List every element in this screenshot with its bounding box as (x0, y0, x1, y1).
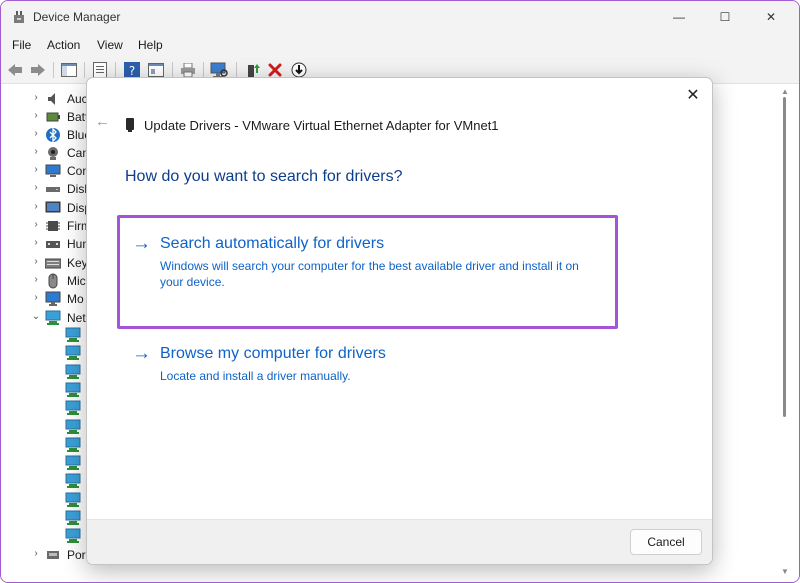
monitor-icon (45, 291, 61, 307)
update-drivers-dialog: ✕ ← Update Drivers - VMware Virtual Ethe… (86, 77, 713, 565)
audio-icon (45, 91, 61, 107)
network-adapter-icon[interactable] (65, 492, 81, 507)
menu-action[interactable]: Action (47, 38, 80, 52)
chevron-right-icon[interactable]: › (31, 237, 41, 248)
maximize-button[interactable]: ☐ (702, 1, 748, 33)
chevron-right-icon[interactable]: › (31, 164, 41, 175)
bluetooth-icon (45, 127, 61, 143)
chevron-right-icon[interactable]: › (31, 128, 41, 139)
device-manager-window: Device Manager — ☐ ✕ File Action View He… (0, 0, 800, 583)
tree-category-label: Por (67, 548, 86, 562)
network-icon (45, 310, 61, 326)
network-adapter-icon[interactable] (65, 455, 81, 471)
back-arrow-icon[interactable]: ← (95, 114, 110, 129)
dialog-close-button[interactable]: ✕ (683, 86, 703, 106)
network-adapter-icon[interactable] (65, 364, 81, 379)
chevron-down-icon[interactable]: ⌄ (31, 311, 41, 322)
dialog-title: Update Drivers - VMware Virtual Ethernet… (144, 118, 499, 133)
chevron-right-icon[interactable]: › (31, 110, 41, 121)
dialog-question-heading: How do you want to search for drivers? (125, 168, 403, 185)
battery-icon (45, 109, 61, 125)
disk-icon (45, 181, 61, 197)
network-adapter-icon[interactable] (65, 327, 81, 342)
toolbar-separator (203, 62, 204, 78)
chevron-right-icon[interactable]: › (31, 92, 41, 103)
device-icon (125, 118, 135, 132)
browse-computer-option[interactable]: → Browse my computer for drivers Locate … (117, 340, 612, 400)
hid-icon (45, 236, 61, 252)
scroll-up-icon[interactable]: ▲ (781, 87, 789, 96)
menu-file[interactable]: File (12, 38, 31, 52)
chevron-right-icon[interactable]: › (31, 256, 41, 267)
cancel-button[interactable]: Cancel (630, 529, 702, 555)
toolbar-separator (53, 62, 54, 78)
search-automatically-option[interactable]: → Search automatically for drivers Windo… (117, 215, 618, 329)
network-adapter-icon[interactable] (65, 528, 81, 544)
chevron-right-icon[interactable]: › (31, 274, 41, 285)
option-description: Locate and install a driver manually. (160, 369, 351, 383)
chevron-right-icon[interactable]: › (31, 548, 41, 559)
menu-view[interactable]: View (97, 38, 123, 52)
keyboard-icon (44, 255, 62, 271)
option-title[interactable]: Browse my computer for drivers (160, 345, 386, 363)
chevron-right-icon[interactable]: › (31, 292, 41, 303)
dialog-footer: Cancel (87, 519, 712, 564)
back-icon[interactable] (5, 60, 25, 80)
option-description: Windows will search your computer for th… (160, 259, 579, 289)
tree-category-label: Net (67, 311, 86, 325)
network-adapter-icon[interactable] (65, 510, 81, 525)
toolbar-separator (84, 62, 85, 78)
tree-scrollbar[interactable]: ▲ ▼ (781, 87, 789, 577)
firmware-icon (45, 218, 61, 234)
show-hide-tree-icon[interactable] (59, 60, 79, 80)
network-adapter-icon[interactable] (65, 345, 81, 361)
toolbar-separator (236, 62, 237, 78)
toolbar-separator (172, 62, 173, 78)
menu-help[interactable]: Help (138, 38, 163, 52)
network-adapter-icon[interactable] (65, 437, 81, 452)
arrow-right-icon: → (132, 233, 151, 254)
network-adapter-icon[interactable] (65, 419, 81, 434)
display-icon (45, 200, 61, 216)
arrow-right-icon: → (132, 343, 151, 364)
toolbar-separator (115, 62, 116, 78)
scroll-down-icon[interactable]: ▼ (781, 567, 789, 576)
chevron-right-icon[interactable]: › (31, 219, 41, 230)
tree-category-label: Auc (67, 92, 88, 106)
ports-icon (45, 547, 61, 563)
camera-icon (45, 145, 61, 161)
option-title[interactable]: Search automatically for drivers (160, 235, 384, 253)
mouse-icon (45, 273, 61, 289)
tree-category-label: Key (67, 256, 88, 270)
menu-bar: File Action View Help (1, 35, 799, 55)
tree-category-label: Mo (67, 292, 84, 306)
window-title: Device Manager (33, 10, 121, 24)
svg-text:?: ? (129, 64, 135, 78)
tree-category-label: Mic (67, 274, 86, 288)
device-manager-icon (11, 9, 27, 25)
chevron-right-icon[interactable]: › (31, 182, 41, 193)
minimize-button[interactable]: — (656, 1, 702, 33)
network-adapter-icon[interactable] (65, 382, 81, 397)
close-window-button[interactable]: ✕ (748, 1, 794, 33)
network-adapter-icon[interactable] (65, 400, 81, 416)
network-adapter-icon[interactable] (65, 473, 81, 489)
title-bar: Device Manager — ☐ ✕ (1, 1, 799, 33)
forward-icon[interactable] (28, 60, 48, 80)
scroll-thumb[interactable] (783, 97, 786, 417)
chevron-right-icon[interactable]: › (31, 201, 41, 212)
computer-icon (45, 163, 61, 179)
chevron-right-icon[interactable]: › (31, 146, 41, 157)
